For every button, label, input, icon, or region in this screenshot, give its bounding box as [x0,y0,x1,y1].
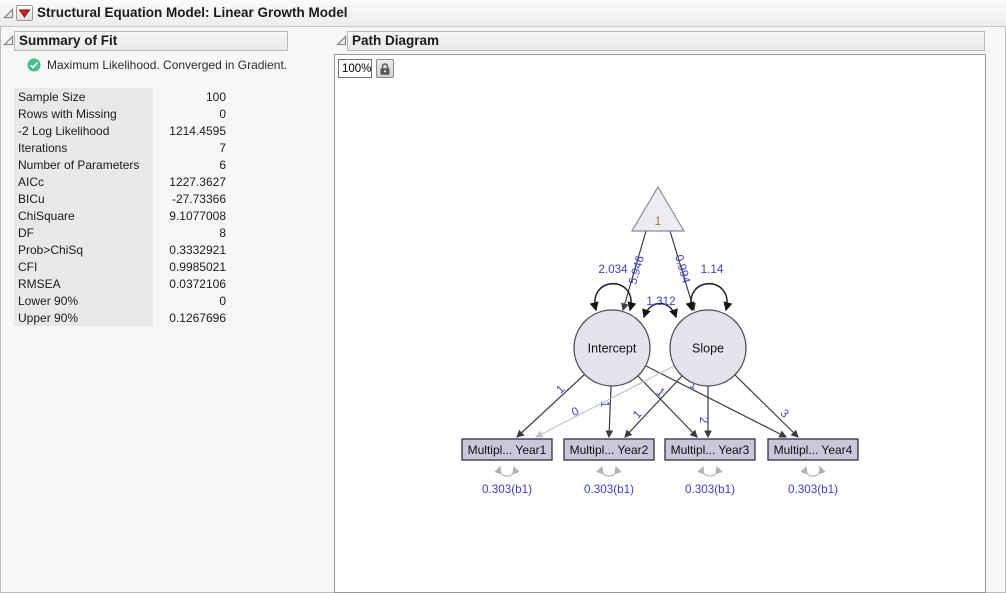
summary-of-fit-header[interactable]: Summary of Fit [14,31,288,51]
fit-row: DF8 [14,224,226,241]
edge-estimate-label: 1 [554,383,568,397]
summary-disclosure-icon[interactable] [3,35,14,46]
fit-row: CFI0.9985021 [14,258,226,275]
variance-edge-intercept-variance[interactable] [595,284,631,310]
report-titlebar: Structural Equation Model: Linear Growth… [0,0,1006,27]
edge-estimate-label: 5.946 [626,254,647,286]
residual-estimate-label: 0.303(b1) [685,483,735,496]
path-diagram-header[interactable]: Path Diagram [347,31,985,51]
edge-estimate-label: 1.312 [646,295,675,308]
fit-statistic-label: Lower 90% [14,292,153,309]
residual-variance-loop[interactable] [500,467,515,476]
fit-statistic-value: 0.0372106 [153,277,226,291]
fit-row: -2 Log Likelihood1214.4595 [14,122,226,139]
edge-estimate-label: 2.034 [598,263,628,276]
fit-row: Iterations7 [14,139,226,156]
path-diagram-canvas[interactable]: 5.9460.994111101232.0341.141.3121Interce… [334,54,986,593]
residual-estimate-label: 0.303(b1) [584,483,634,496]
residual-variance-loop[interactable] [806,467,821,476]
path-edge-slope-to-year2[interactable] [625,376,682,437]
convergence-text: Maximum Likelihood. Converged in Gradien… [47,58,287,72]
fit-statistic-value: 0.1267696 [153,311,226,325]
fit-row: Upper 90%0.1267696 [14,309,226,326]
lock-button[interactable] [376,59,394,78]
fit-row: RMSEA0.0372106 [14,275,226,292]
fit-row: BICu-27.73366 [14,190,226,207]
fit-row: Sample Size100 [14,88,226,105]
red-triangle-icon [17,6,32,20]
fit-statistic-label: Number of Parameters [14,156,153,173]
latent-label: Slope [692,342,724,356]
fit-statistic-label: DF [14,224,153,241]
fit-statistic-value: -27.73366 [153,192,226,206]
fit-statistic-value: 7 [153,141,226,155]
zoom-level-input[interactable] [338,59,372,78]
fit-statistic-label: CFI [14,258,153,275]
fit-statistic-label: Prob>ChiSq [14,241,153,258]
residual-variance-loop[interactable] [602,467,617,476]
fit-statistic-value: 6 [153,158,226,172]
variance-edge-slope-variance[interactable] [691,284,727,310]
manifest-label: Multipl... Year3 [671,443,750,457]
lock-icon [379,62,391,76]
edge-estimate-label: 1 [654,385,668,399]
convergence-status: Maximum Likelihood. Converged in Gradien… [27,57,287,73]
constant-label: 1 [655,214,662,228]
fit-statistic-label: RMSEA [14,275,153,292]
edge-estimate-label: 1.14 [701,263,724,276]
fit-row: ChiSquare9.1077008 [14,207,226,224]
disclosure-triangle-icon[interactable] [3,8,14,19]
manifest-label: Multipl... Year1 [468,443,547,457]
fit-statistic-label: Rows with Missing [14,105,153,122]
fit-row: AICc1227.3627 [14,173,226,190]
residual-variance-loop[interactable] [703,467,718,476]
success-check-icon [27,58,41,72]
red-triangle-menu-button[interactable] [16,5,33,21]
manifest-label: Multipl... Year4 [774,443,853,457]
summary-of-fit-table: Sample Size100Rows with Missing0-2 Log L… [14,88,226,326]
fit-statistic-label: AICc [14,173,153,190]
path-diagram-svg[interactable]: 5.9460.994111101232.0341.141.3121Interce… [335,55,985,592]
fit-statistic-label: Sample Size [14,88,153,105]
fit-statistic-value: 8 [153,226,226,240]
fit-statistic-label: Iterations [14,139,153,156]
fit-statistic-value: 1214.4595 [153,124,226,138]
edge-estimate-label: 1 [630,408,644,422]
fit-statistic-value: 0.3332921 [153,243,226,257]
fit-statistic-value: 0.9985021 [153,260,226,274]
fit-statistic-label: BICu [14,190,153,207]
edge-estimate-label: 0.994 [672,253,693,285]
fit-row: Number of Parameters6 [14,156,226,173]
fit-statistic-label: -2 Log Likelihood [14,122,153,139]
fit-statistic-label: ChiSquare [14,207,153,224]
path-diagram-disclosure-icon[interactable] [336,35,347,46]
report-title: Structural Equation Model: Linear Growth… [37,5,348,20]
path-edge-intercept-to-year2[interactable] [609,386,611,437]
residual-estimate-label: 0.303(b1) [788,483,838,496]
path-edge-intercept-to-year3[interactable] [638,376,697,437]
fit-statistic-label: Upper 90% [14,309,153,326]
latent-label: Intercept [588,342,637,356]
fit-statistic-value: 9.1077008 [153,209,226,223]
residual-estimate-label: 0.303(b1) [482,483,532,496]
fit-statistic-value: 100 [153,90,226,104]
fit-row: Prob>ChiSq0.3332921 [14,241,226,258]
fit-statistic-value: 1227.3627 [153,175,226,189]
edge-estimate-label: 0 [569,404,581,419]
fit-statistic-value: 0 [153,294,226,308]
fit-statistic-value: 0 [153,107,226,121]
manifest-label: Multipl... Year2 [570,443,649,457]
edge-estimate-label: 2 [697,417,710,424]
jmp-report-window: Structural Equation Model: Linear Growth… [0,0,1006,593]
fit-row: Rows with Missing0 [14,105,226,122]
fit-row: Lower 90%0 [14,292,226,309]
